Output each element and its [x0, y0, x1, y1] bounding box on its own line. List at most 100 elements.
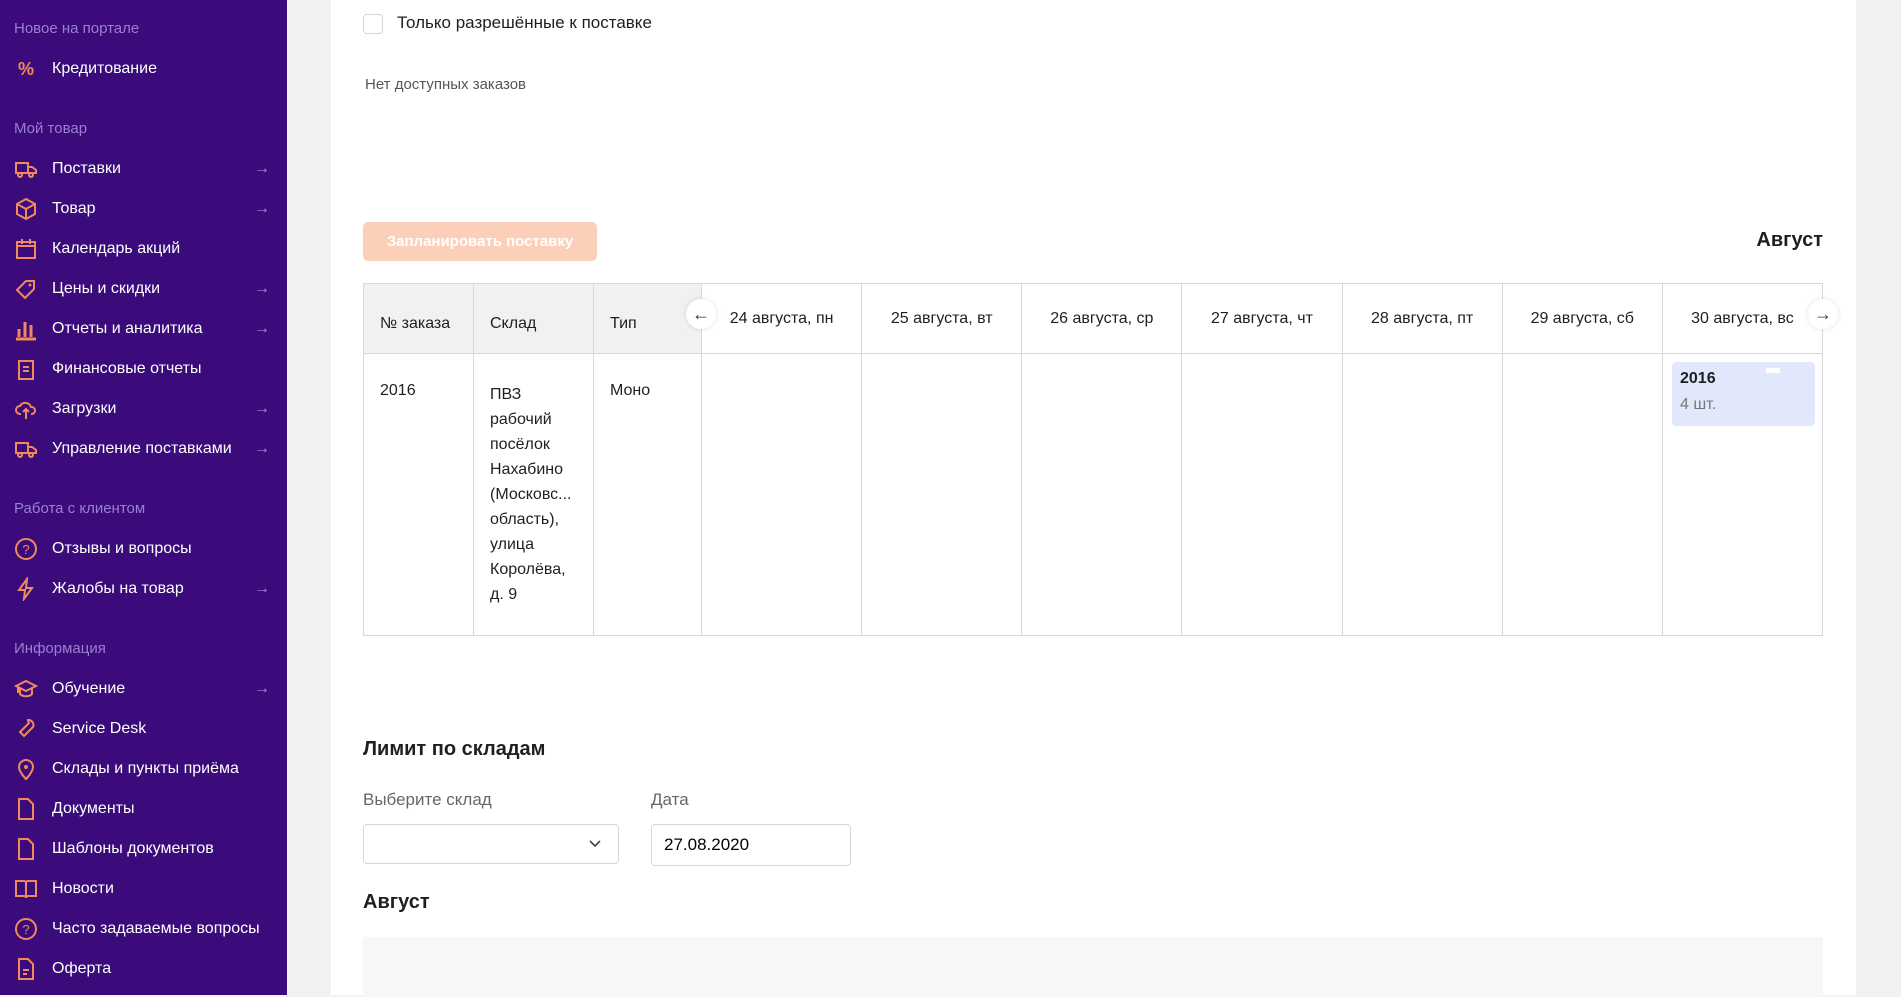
file-icon: [14, 837, 38, 861]
allowed-only-checkbox[interactable]: [363, 14, 383, 34]
sidebar-item[interactable]: Документы: [0, 789, 287, 829]
sidebar-item[interactable]: Загрузки →: [0, 389, 287, 429]
limits-month-title: Август: [363, 891, 430, 913]
sidebar-item[interactable]: Жалобы на товар →: [0, 569, 287, 609]
sidebar-item[interactable]: Обучение →: [0, 669, 287, 709]
arrow-right-icon: →: [254, 400, 270, 417]
no-orders-text: Нет доступных заказов: [365, 76, 527, 93]
column-header-order: № заказа: [363, 283, 474, 354]
graduation-cap-icon: [14, 677, 38, 701]
map-pin-icon: [14, 757, 38, 781]
sidebar-section: Новое на портале % Кредитование: [0, 9, 287, 89]
arrow-right-icon: →: [254, 320, 270, 337]
warehouse-select-label: Выберите склад: [363, 790, 492, 809]
prev-week-arrow-icon[interactable]: ←: [686, 299, 716, 329]
booking-card[interactable]: 2016 4 шт.: [1672, 362, 1815, 426]
next-week-arrow-icon[interactable]: →: [1808, 299, 1838, 329]
sidebar-item-label: Шаблоны документов: [52, 840, 214, 857]
column-header-warehouse: Склад: [473, 283, 594, 354]
sidebar-item-label: Календарь акций: [52, 240, 181, 257]
allowed-only-label[interactable]: Только разрешённые к поставке: [397, 13, 652, 33]
day-cell[interactable]: [1501, 353, 1663, 636]
question-circle-icon: ?: [14, 917, 38, 941]
sidebar-item-label: Документы: [52, 800, 135, 817]
lightning-icon: [14, 577, 38, 601]
limits-title: Лимит по складам: [363, 738, 546, 760]
percent-icon: %: [14, 57, 38, 81]
warehouse-select[interactable]: [363, 824, 619, 864]
sidebar-item-label: Обучение: [52, 680, 126, 697]
sidebar-section-label: Новое на портале: [14, 20, 140, 37]
day-cell[interactable]: [700, 353, 863, 636]
sidebar-item[interactable]: Service Desk: [0, 709, 287, 749]
sidebar-item[interactable]: % Кредитование: [0, 49, 287, 89]
day-cell[interactable]: [1021, 353, 1183, 636]
day-header: 30 августа, вс: [1661, 283, 1824, 354]
sidebar-item-label: Управление поставками: [52, 440, 232, 457]
sidebar-section: Работа с клиентом ? Отзывы и вопросы Жал…: [0, 489, 287, 609]
sidebar-item[interactable]: ? Отзывы и вопросы: [0, 529, 287, 569]
sidebar-item[interactable]: Управление поставками →: [0, 429, 287, 469]
sidebar-item[interactable]: Финансовые отчеты: [0, 349, 287, 389]
sidebar-item-label: Жалобы на товар: [52, 580, 184, 597]
date-label: Дата: [651, 790, 689, 809]
day-cell[interactable]: [1181, 353, 1343, 636]
plan-supply-button[interactable]: Запланировать поставку: [363, 222, 597, 261]
sidebar-item-label: Поставки: [52, 160, 121, 177]
sidebar-item[interactable]: Товар →: [0, 189, 287, 229]
arrow-right-icon: →: [254, 440, 270, 457]
question-circle-icon: ?: [14, 537, 38, 561]
sidebar-section-label: Информация: [14, 640, 106, 657]
day-header: 25 августа, вт: [861, 283, 1023, 354]
file-icon: [14, 797, 38, 821]
sidebar-item[interactable]: ? Часто задаваемые вопросы: [0, 909, 287, 949]
chevron-down-icon: [589, 840, 601, 848]
limits-calendar-area: [363, 937, 1823, 997]
sidebar-item-label: Новости: [52, 880, 114, 897]
sidebar-section-label: Мой товар: [14, 120, 88, 137]
sidebar-item[interactable]: Отчеты и аналитика →: [0, 309, 287, 349]
arrow-right-icon: →: [254, 580, 270, 597]
day-cell[interactable]: [1341, 353, 1503, 636]
svg-text:%: %: [18, 59, 34, 79]
sidebar-item-label: Отчеты и аналитика: [52, 320, 203, 337]
sidebar: Новое на портале % Кредитование Мой това…: [0, 0, 287, 995]
sidebar-item-label: Финансовые отчеты: [52, 360, 202, 377]
wrench-icon: [14, 717, 38, 741]
booking-indicator: [1766, 368, 1780, 373]
arrow-right-icon: →: [254, 160, 270, 177]
arrow-right-icon: →: [254, 680, 270, 697]
column-header-type: Тип: [593, 283, 702, 354]
tag-icon: [14, 277, 38, 301]
sidebar-item-label: Отзывы и вопросы: [52, 540, 192, 557]
day-header: 27 августа, чт: [1181, 283, 1343, 354]
table-header-row: № заказа Склад Тип 24 августа, пн 25 авг…: [363, 283, 1824, 354]
document-icon: [14, 957, 38, 981]
sidebar-item-label: Service Desk: [52, 720, 147, 737]
sidebar-item[interactable]: Поставки →: [0, 149, 287, 189]
sidebar-section: Информация Обучение → Service Desk Склад…: [0, 629, 287, 989]
clipboard-icon: [14, 357, 38, 381]
day-header: 29 августа, сб: [1501, 283, 1663, 354]
calendar-icon: [14, 237, 38, 261]
warehouse-cell: ПВЗ рабочий посёлок Нахабино (Московс...…: [473, 353, 594, 636]
sidebar-item-label: Склады и пункты приёма: [52, 760, 239, 777]
sidebar-item-label: Загрузки: [52, 400, 117, 417]
sidebar-item[interactable]: Шаблоны документов: [0, 829, 287, 869]
supply-calendar-table: № заказа Склад Тип 24 августа, пн 25 авг…: [363, 283, 1824, 636]
date-input[interactable]: [651, 824, 851, 866]
cloud-upload-icon: [14, 397, 38, 421]
box-icon: [14, 197, 38, 221]
svg-text:?: ?: [22, 922, 29, 937]
truck-icon: [14, 437, 38, 461]
sidebar-item[interactable]: Новости: [0, 869, 287, 909]
sidebar-item[interactable]: Календарь акций: [0, 229, 287, 269]
sidebar-item-label: Цены и скидки: [52, 280, 161, 297]
sidebar-item[interactable]: Оферта: [0, 949, 287, 989]
table-row: 2016 ПВЗ рабочий посёлок Нахабино (Моско…: [363, 353, 1824, 636]
sidebar-item[interactable]: Склады и пункты приёма: [0, 749, 287, 789]
order-number-cell: 2016: [363, 353, 474, 636]
type-cell: Моно: [593, 353, 702, 636]
day-cell[interactable]: [861, 353, 1023, 636]
sidebar-item[interactable]: Цены и скидки →: [0, 269, 287, 309]
